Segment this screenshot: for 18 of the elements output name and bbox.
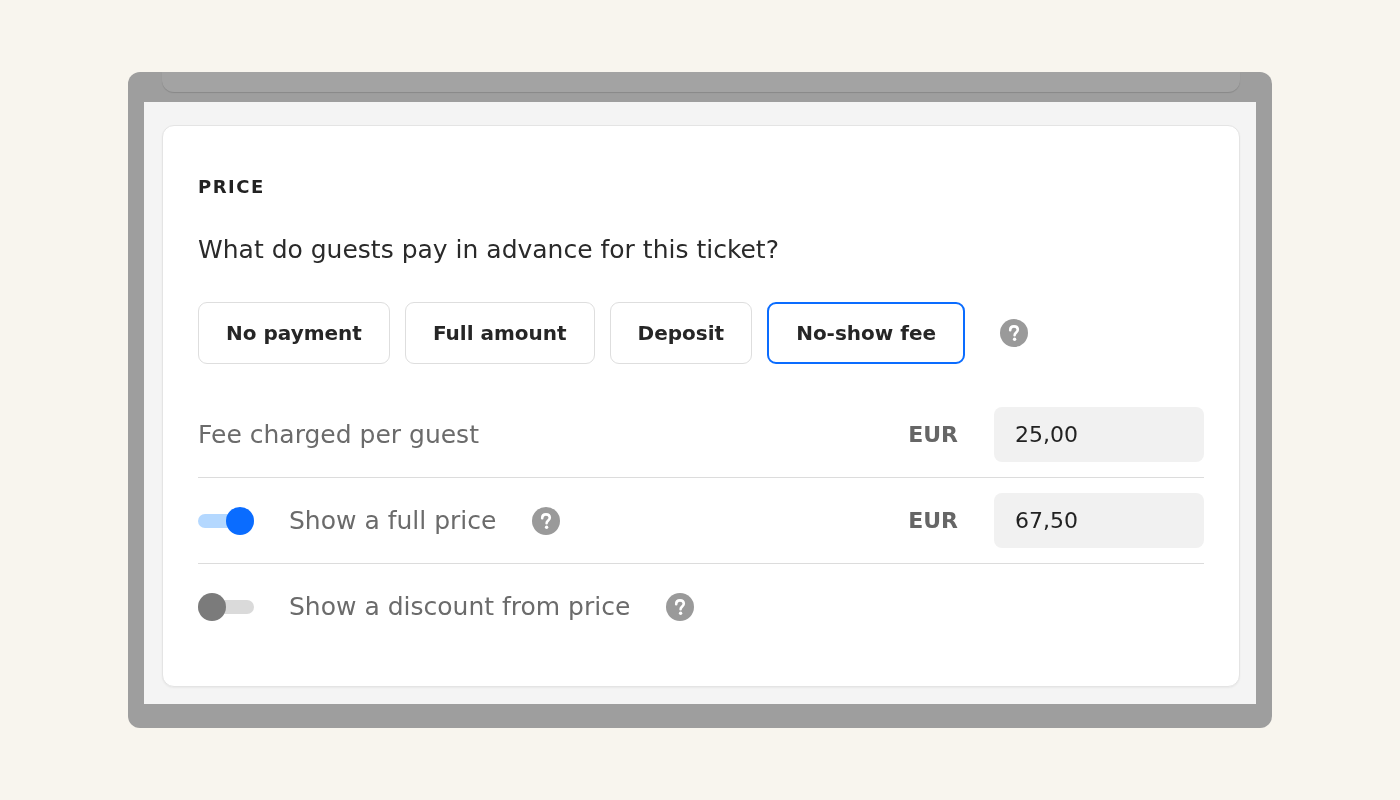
help-icon[interactable] — [1000, 319, 1029, 347]
toggle-switch[interactable] — [198, 592, 254, 621]
help-icon[interactable] — [666, 592, 695, 621]
toggle-label: Show a full price — [289, 506, 497, 535]
amount-field[interactable]: 67,50 — [994, 493, 1204, 548]
amount-field[interactable]: 25,00 — [994, 407, 1204, 462]
payment-option[interactable]: Deposit — [609, 302, 753, 364]
payment-option[interactable]: Full amount — [404, 302, 595, 364]
currency-label: EUR — [908, 422, 958, 447]
toggle-switch[interactable] — [198, 506, 254, 535]
section-title: PRICE — [198, 175, 265, 199]
fee-label: Fee charged per guest — [198, 420, 479, 449]
payment-option[interactable]: No-show fee — [767, 302, 966, 364]
currency-label: EUR — [908, 508, 958, 533]
question-text: What do guests pay in advance for this ticket? — [198, 234, 779, 266]
help-icon[interactable] — [532, 506, 561, 535]
toggle-label: Show a discount from price — [289, 592, 631, 621]
payment-option[interactable]: No payment — [198, 302, 390, 364]
